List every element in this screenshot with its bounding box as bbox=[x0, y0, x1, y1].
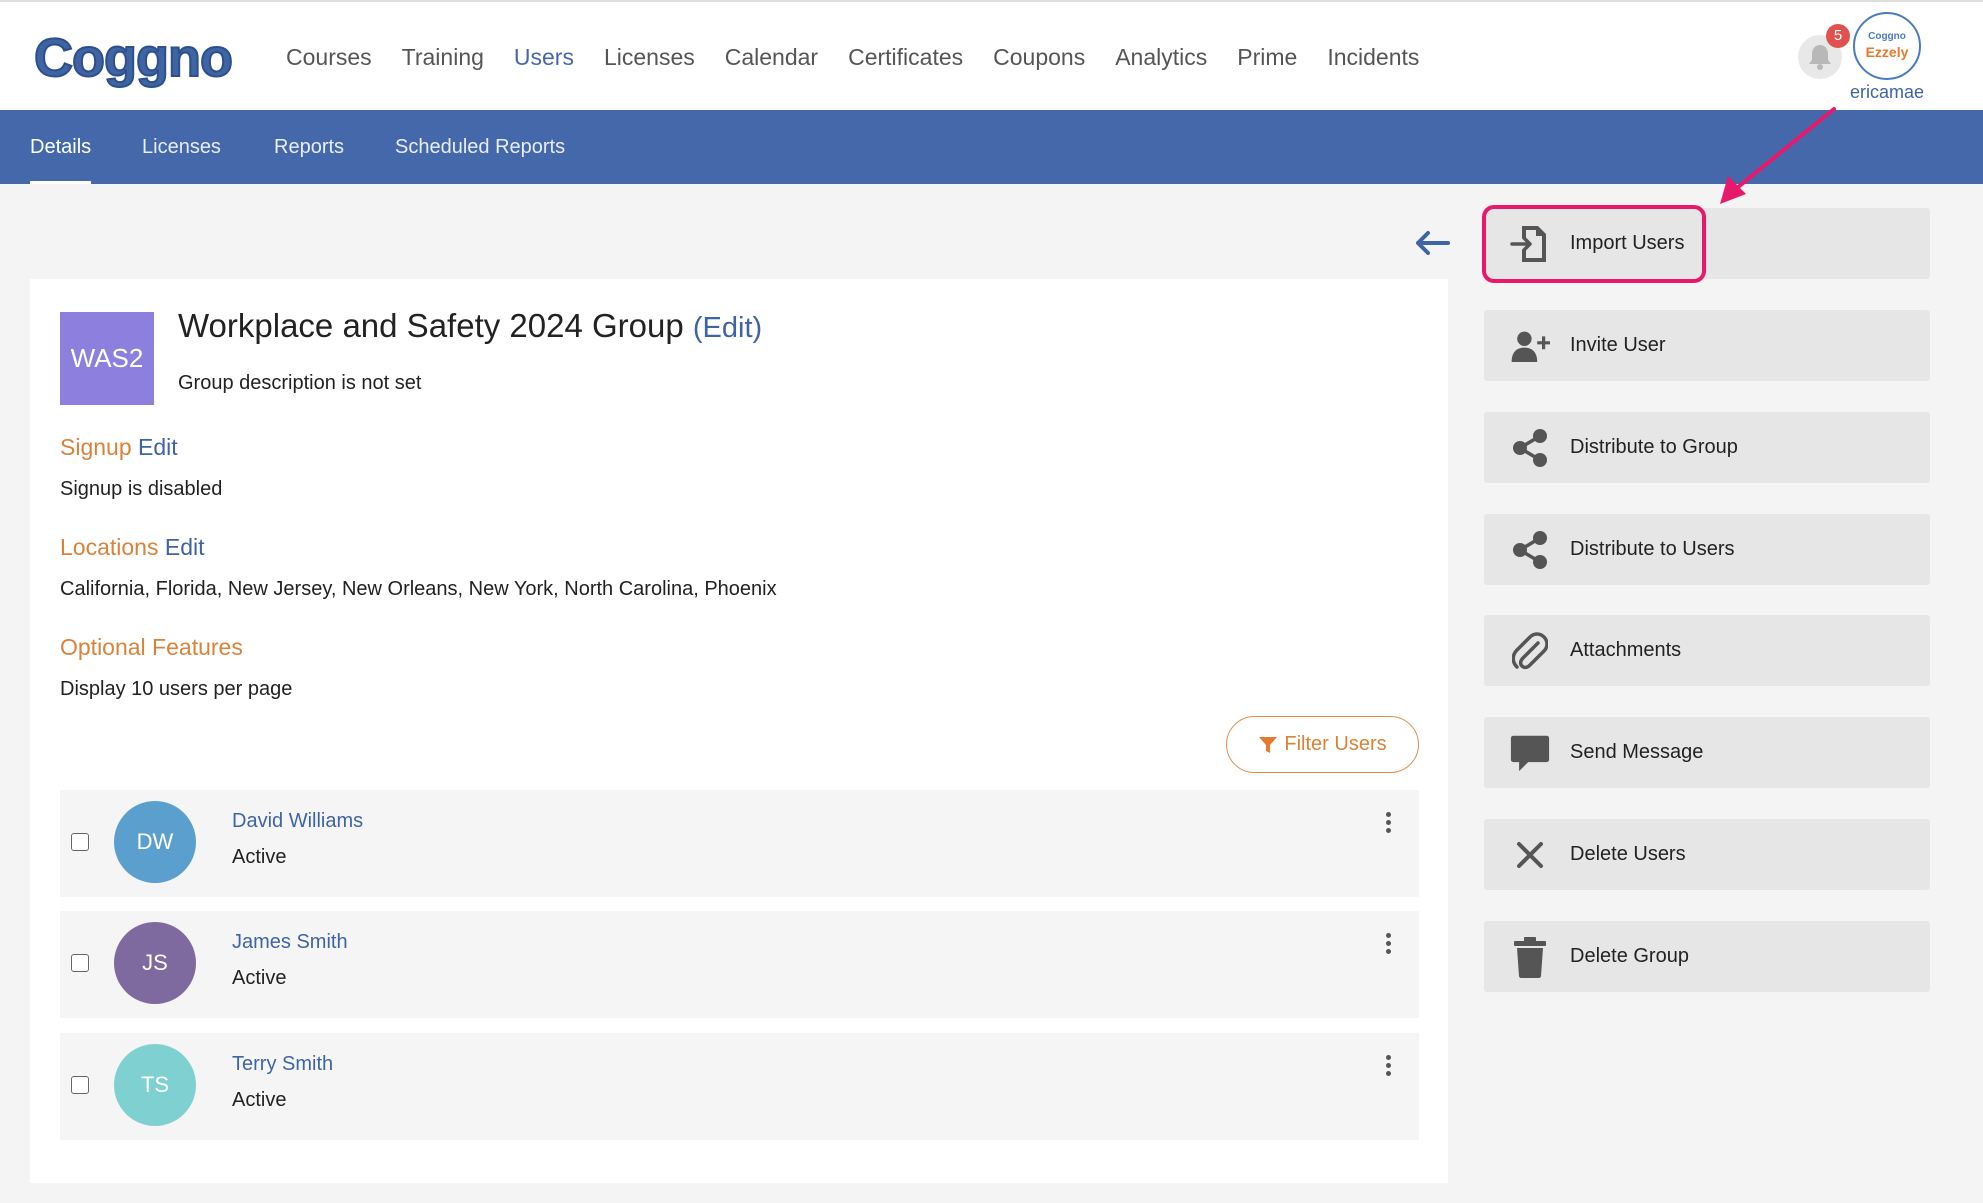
top-navbar: Coggno Courses Training Users Licenses C… bbox=[0, 0, 1983, 110]
user-avatar: TS bbox=[114, 1044, 196, 1126]
attachments-button[interactable]: Attachments bbox=[1484, 615, 1930, 686]
user-row[interactable]: DW David Williams Active bbox=[60, 790, 1419, 897]
comment-icon bbox=[1510, 733, 1550, 773]
optional-features-heading: Optional Features bbox=[60, 634, 243, 660]
optional-features-text: Display 10 users per page bbox=[60, 678, 293, 700]
user-select-checkbox[interactable] bbox=[71, 833, 89, 851]
tab-reports[interactable]: Reports bbox=[274, 110, 344, 184]
user-avatar: DW bbox=[114, 801, 196, 883]
username-label[interactable]: ericamae bbox=[1850, 82, 1924, 103]
nav-licenses[interactable]: Licenses bbox=[604, 44, 695, 71]
group-subnav: Details Licenses Reports Scheduled Repor… bbox=[0, 110, 1983, 184]
more-options-icon[interactable] bbox=[1386, 812, 1392, 836]
edit-group-link[interactable]: (Edit) bbox=[693, 312, 762, 344]
locations-heading: Locations Edit bbox=[60, 534, 205, 561]
nav-calendar[interactable]: Calendar bbox=[725, 44, 818, 71]
notification-count-badge: 5 bbox=[1826, 24, 1850, 48]
user-status: Active bbox=[232, 846, 287, 868]
distribute-to-group-label: Distribute to Group bbox=[1570, 436, 1738, 458]
locations-edit-link[interactable]: Edit bbox=[165, 534, 205, 560]
delete-users-label: Delete Users bbox=[1570, 843, 1686, 865]
nav-coupons[interactable]: Coupons bbox=[993, 44, 1085, 71]
nav-prime[interactable]: Prime bbox=[1237, 44, 1297, 71]
distribute-to-users-label: Distribute to Users bbox=[1570, 538, 1735, 560]
group-title-text: Workplace and Safety 2024 Group bbox=[178, 307, 684, 344]
user-name-link[interactable]: David Williams bbox=[232, 810, 363, 833]
pointer-arrow-annotation bbox=[1720, 107, 1836, 204]
tab-licenses[interactable]: Licenses bbox=[142, 110, 221, 184]
group-title: Workplace and Safety 2024 Group (Edit) bbox=[178, 307, 762, 345]
distribute-to-users-button[interactable]: Distribute to Users bbox=[1484, 514, 1930, 585]
nav-training[interactable]: Training bbox=[402, 44, 484, 71]
nav-courses[interactable]: Courses bbox=[286, 44, 372, 71]
delete-group-label: Delete Group bbox=[1570, 945, 1689, 967]
trash-icon bbox=[1510, 936, 1550, 978]
main-nav: Courses Training Users Licenses Calendar… bbox=[286, 2, 1449, 112]
group-description: Group description is not set bbox=[178, 372, 422, 394]
group-details-card: WAS2 Workplace and Safety 2024 Group (Ed… bbox=[30, 279, 1448, 1183]
filter-users-button[interactable]: Filter Users bbox=[1226, 716, 1419, 773]
distribute-to-group-button[interactable]: Distribute to Group bbox=[1484, 412, 1930, 483]
import-users-highlight bbox=[1482, 205, 1706, 283]
nav-analytics[interactable]: Analytics bbox=[1115, 44, 1207, 71]
bell-icon bbox=[1809, 45, 1831, 70]
user-select-checkbox[interactable] bbox=[71, 1076, 89, 1094]
send-message-label: Send Message bbox=[1570, 741, 1704, 763]
user-row[interactable]: JS James Smith Active bbox=[60, 911, 1419, 1018]
nav-users[interactable]: Users bbox=[514, 44, 574, 71]
user-select-checkbox[interactable] bbox=[71, 954, 89, 972]
nav-certificates[interactable]: Certificates bbox=[848, 44, 963, 71]
user-name-link[interactable]: James Smith bbox=[232, 931, 348, 954]
coggno-logo[interactable]: Coggno bbox=[30, 24, 252, 90]
user-row[interactable]: TS Terry Smith Active bbox=[60, 1033, 1419, 1140]
share-icon bbox=[1510, 530, 1550, 570]
delete-users-button[interactable]: Delete Users bbox=[1484, 819, 1930, 890]
tab-details[interactable]: Details bbox=[30, 110, 92, 184]
user-status: Active bbox=[232, 967, 287, 989]
signup-heading-text: Signup bbox=[60, 434, 132, 460]
send-message-button[interactable]: Send Message bbox=[1484, 717, 1930, 788]
filter-users-label: Filter Users bbox=[1284, 733, 1387, 755]
user-name-link[interactable]: Terry Smith bbox=[232, 1053, 333, 1076]
signup-edit-link[interactable]: Edit bbox=[138, 434, 178, 460]
close-icon bbox=[1510, 835, 1550, 875]
signup-status: Signup is disabled bbox=[60, 478, 223, 500]
paperclip-icon bbox=[1510, 631, 1550, 671]
nav-incidents[interactable]: Incidents bbox=[1327, 44, 1419, 71]
signup-heading: Signup Edit bbox=[60, 434, 178, 461]
locations-heading-text: Locations bbox=[60, 534, 159, 560]
more-options-icon[interactable] bbox=[1386, 933, 1392, 957]
user-plus-icon bbox=[1510, 326, 1550, 366]
attachments-label: Attachments bbox=[1570, 639, 1682, 661]
svg-text:Coggno: Coggno bbox=[34, 28, 232, 88]
locations-list: California, Florida, New Jersey, New Orl… bbox=[60, 578, 777, 600]
group-avatar: WAS2 bbox=[60, 312, 154, 405]
user-status: Active bbox=[232, 1089, 287, 1111]
avatar-org-text: Ezzely bbox=[1865, 44, 1909, 60]
avatar-brand-text: Coggno bbox=[1868, 31, 1906, 42]
user-avatar: JS bbox=[114, 922, 196, 1004]
filter-icon bbox=[1259, 736, 1278, 753]
invite-user-label: Invite User bbox=[1570, 334, 1666, 356]
more-options-icon[interactable] bbox=[1386, 1055, 1392, 1079]
account-avatar[interactable]: Coggno Ezzely bbox=[1853, 12, 1921, 80]
invite-user-button[interactable]: Invite User bbox=[1484, 310, 1930, 381]
tab-scheduled-reports[interactable]: Scheduled Reports bbox=[395, 110, 565, 184]
share-icon bbox=[1510, 428, 1550, 468]
delete-group-button[interactable]: Delete Group bbox=[1484, 921, 1930, 992]
back-arrow-icon[interactable] bbox=[1414, 228, 1450, 258]
